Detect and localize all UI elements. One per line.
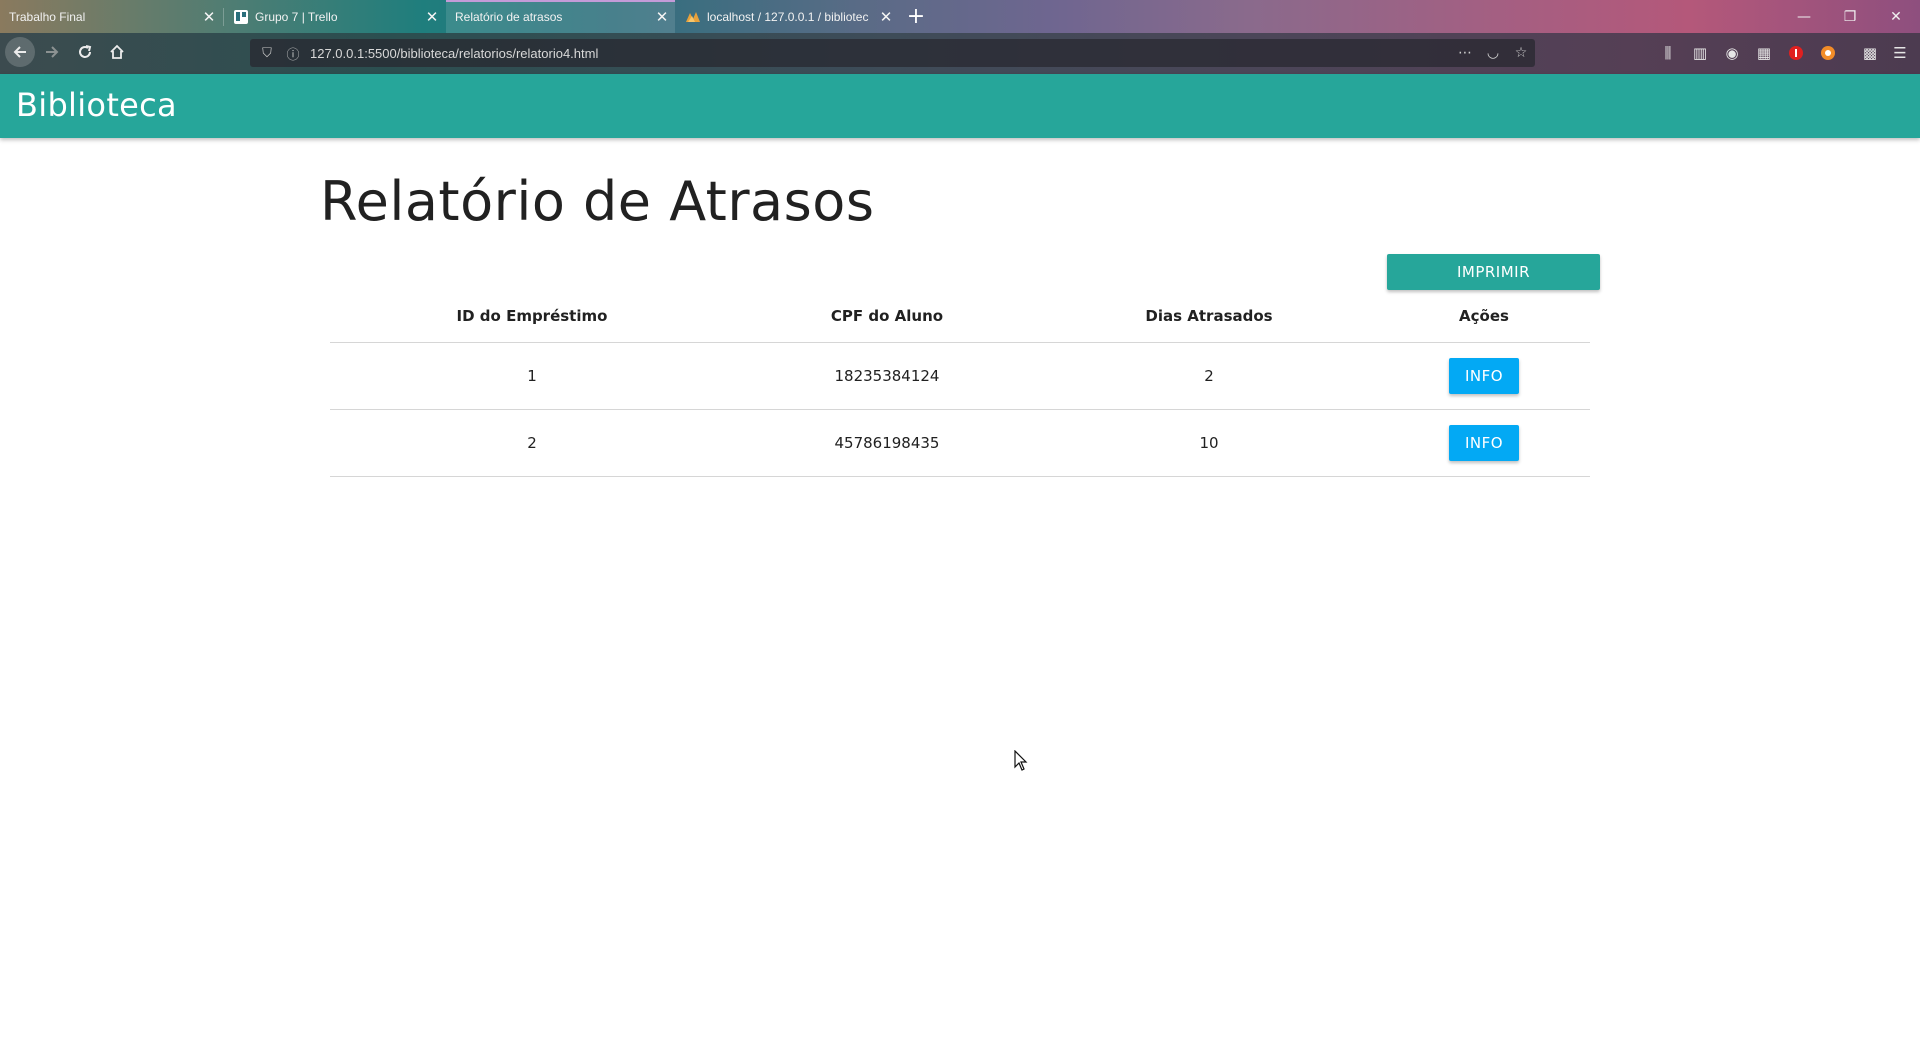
table-row: 1 18235384124 2 INFO [330,342,1590,410]
close-icon[interactable]: ✕ [196,8,222,26]
minimize-button[interactable]: — [1781,0,1827,33]
table-row: 2 45786198435 10 INFO [330,409,1590,477]
star-icon[interactable]: ☆ [1507,45,1535,61]
account-icon[interactable]: ◉ [1721,42,1743,64]
brand-logo[interactable]: Biblioteca [16,86,177,124]
column-header-dias: Dias Atrasados [1040,290,1378,343]
forward-button[interactable] [37,37,67,67]
tab-title: Trabalho Final [9,9,86,24]
print-button[interactable]: IMPRIMIR [1387,254,1600,290]
close-icon[interactable]: ✕ [873,8,899,26]
home-button[interactable] [102,37,132,67]
table-header-row: ID do Empréstimo CPF do Aluno Dias Atras… [330,290,1590,343]
report-table: ID do Empréstimo CPF do Aluno Dias Atras… [330,290,1590,477]
tab-title: localhost / 127.0.0.1 / bibliotec [707,9,869,24]
browser-tab-trabalho-final[interactable]: Trabalho Final ✕ [0,0,222,33]
cell-id: 1 [330,342,734,410]
shield-icon[interactable]: ⛉ [258,46,276,61]
extension-grid-icon[interactable]: ▦ [1753,42,1775,64]
cell-dias: 2 [1040,342,1378,410]
home-icon [110,44,124,59]
extension-orange-icon[interactable] [1817,42,1839,64]
more-icon[interactable]: ⋯ [1451,45,1479,61]
close-icon[interactable]: ✕ [649,8,675,26]
tab-title: Relatório de atrasos [455,9,563,24]
browser-tab-trello[interactable]: Grupo 7 | Trello ✕ [224,0,445,33]
cell-actions: INFO [1378,342,1590,410]
reload-button[interactable] [70,37,100,67]
tab-title: Grupo 7 | Trello [255,9,338,24]
new-tab-button[interactable]: + [904,0,928,33]
browser-tab-bar: Trabalho Final ✕ Grupo 7 | Trello ✕ Rela… [0,0,1920,33]
pocket-icon[interactable]: ◡ [1479,45,1507,61]
extensions-icon[interactable]: ▩ [1859,42,1881,64]
cell-dias: 10 [1040,409,1378,477]
cell-cpf: 45786198435 [734,409,1040,477]
arrow-right-icon [46,46,59,58]
phpmyadmin-icon [685,9,701,25]
reload-icon [79,45,92,58]
close-icon[interactable]: ✕ [419,8,445,26]
cell-id: 2 [330,409,734,477]
close-window-button[interactable]: ✕ [1873,0,1919,33]
app-navbar: Biblioteca [0,74,1920,138]
sidebar-icon[interactable]: ▥ [1689,42,1711,64]
page-title: Relatório de Atrasos [320,170,875,233]
library-icon[interactable]: ⫼ [1657,42,1679,64]
browser-tab-relatorio[interactable]: Relatório de atrasos ✕ [446,0,675,33]
info-icon[interactable]: ⓘ [284,44,302,63]
restore-button[interactable]: ❐ [1827,0,1873,33]
browser-tab-phpmyadmin[interactable]: localhost / 127.0.0.1 / bibliotec ✕ [676,0,899,33]
address-bar[interactable]: ⛉ ⓘ 127.0.0.1:5500/biblioteca/relatorios… [250,39,1535,67]
column-header-acoes: Ações [1378,290,1590,343]
info-button[interactable]: INFO [1449,357,1519,394]
url-text[interactable]: 127.0.0.1:5500/biblioteca/relatorios/rel… [310,46,1451,61]
back-button[interactable] [5,37,35,67]
info-button[interactable]: INFO [1449,424,1519,461]
column-header-id: ID do Empréstimo [330,290,734,343]
browser-nav-bar: ⛉ ⓘ 127.0.0.1:5500/biblioteca/relatorios… [0,33,1920,74]
cell-actions: INFO [1378,409,1590,477]
extension-red-icon[interactable] [1785,42,1807,64]
column-header-cpf: CPF do Aluno [734,290,1040,343]
trello-icon [233,9,249,25]
cell-cpf: 18235384124 [734,342,1040,410]
menu-icon[interactable]: ☰ [1889,42,1911,64]
arrow-left-icon [13,46,26,58]
mouse-cursor-icon [1014,749,1028,776]
